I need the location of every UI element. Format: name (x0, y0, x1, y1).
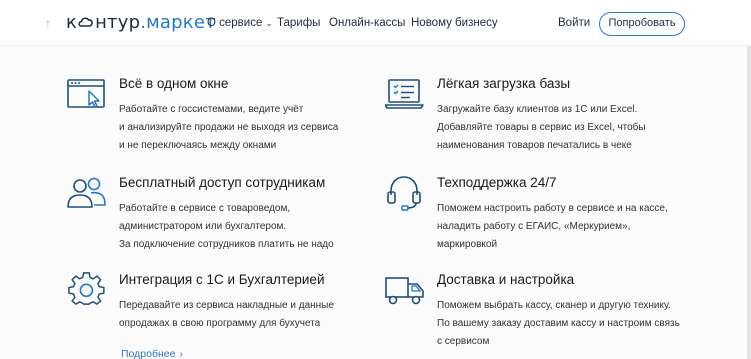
browser-cursor-icon (67, 79, 105, 108)
feature-desc-line: Поможем выбрать кассу, сканер и другую т… (437, 300, 671, 311)
feature-title: Лёгкая загрузка базы (437, 76, 571, 91)
feature-desc-line: наладить работу с ЕГАИС, «Меркурием», (437, 221, 631, 232)
login-link[interactable]: Войти (558, 15, 590, 31)
feature-description: Передавайте из сервиса накладные и данны… (119, 297, 409, 333)
more-link-label: Подробнее (121, 348, 176, 359)
chevron-down-icon: ⌄ (265, 18, 273, 28)
logo-text-k: к (66, 12, 78, 33)
users-icon (67, 177, 106, 208)
nav-online-kassy[interactable]: Онлайн-кассы (329, 15, 405, 31)
feature-desc-line: маркировкой (437, 239, 498, 250)
feature-desc-line: с сервисом (437, 336, 490, 347)
feature-desc-line: опродажах в свою программу для бухучета (119, 318, 321, 329)
feature-desc-line: Добавляйте товары в сервис из Excel, что… (437, 122, 646, 133)
feature-desc-line: Работайте с госсистемами, ведите учёт (119, 104, 304, 115)
nav-about-service[interactable]: О сервисе ⌄ (207, 15, 273, 31)
cloud-icon (78, 17, 93, 27)
gear-icon (68, 272, 105, 305)
logo[interactable]: к нтур.маркет (66, 11, 216, 35)
feature-description: Загружайте базу клиентов из 1С или Excel… (437, 101, 727, 155)
feature-title: Бесплатный доступ сотрудникам (119, 175, 326, 190)
feature-title: Интеграция с 1С и Бухгалтерией (119, 272, 325, 287)
laptop-checklist-icon (385, 79, 424, 109)
feature-desc-line: Работайте в сервисе с товароведом, (119, 203, 291, 214)
top-nav-bar: ↑ к нтур.маркет О сервисе ⌄ Тарифы Онлайн-… (0, 0, 751, 46)
nav-tariffs[interactable]: Тарифы (277, 15, 320, 31)
feature-desc-line: и не переключаясь между окнами (119, 140, 277, 151)
try-button[interactable]: Попробовать (599, 12, 685, 36)
feature-description: Работайте с госсистемами, ведите учёт и … (119, 101, 409, 155)
truck-icon (385, 277, 424, 305)
feature-description: Поможем выбрать кассу, сканер и другую т… (437, 297, 727, 351)
nav-about-label: О сервисе (207, 17, 263, 29)
feature-desc-line: По вашему заказу доставим кассу и настро… (437, 318, 680, 329)
feature-title: Всё в одном окне (119, 76, 229, 91)
headset-icon (387, 176, 421, 211)
feature-desc-line: наименования товаров печатались в чеке (437, 140, 632, 151)
logo-text-ntur: нтур (95, 12, 141, 33)
feature-title: Техподдержка 24/7 (437, 175, 557, 190)
scroll-up-arrow-icon[interactable]: ↑ (42, 14, 54, 32)
logo-text-market: .маркет (140, 12, 216, 33)
feature-desc-line: Поможем настроить работу в сервисе и на … (437, 203, 668, 214)
feature-desc-line: За подключение сотрудников платить не на… (119, 239, 334, 250)
feature-description: Работайте в сервисе с товароведом, админ… (119, 200, 409, 254)
feature-desc-line: Передавайте из сервиса накладные и данны… (119, 300, 334, 311)
feature-title: Доставка и настройка (437, 272, 575, 287)
more-link[interactable]: Подробнее › (121, 347, 183, 359)
feature-desc-line: и анализируйте продажи не выходя из серв… (119, 122, 339, 133)
feature-desc-line: администратором или бухгалтером. (119, 221, 287, 232)
scrollbar[interactable] (747, 46, 751, 359)
feature-desc-line: Загружайте базу клиентов из 1С или Excel… (437, 104, 638, 115)
nav-new-business[interactable]: Новому бизнесу (411, 15, 498, 31)
chevron-right-icon: › (179, 348, 183, 359)
feature-description: Поможем настроить работу в сервисе и на … (437, 200, 727, 254)
